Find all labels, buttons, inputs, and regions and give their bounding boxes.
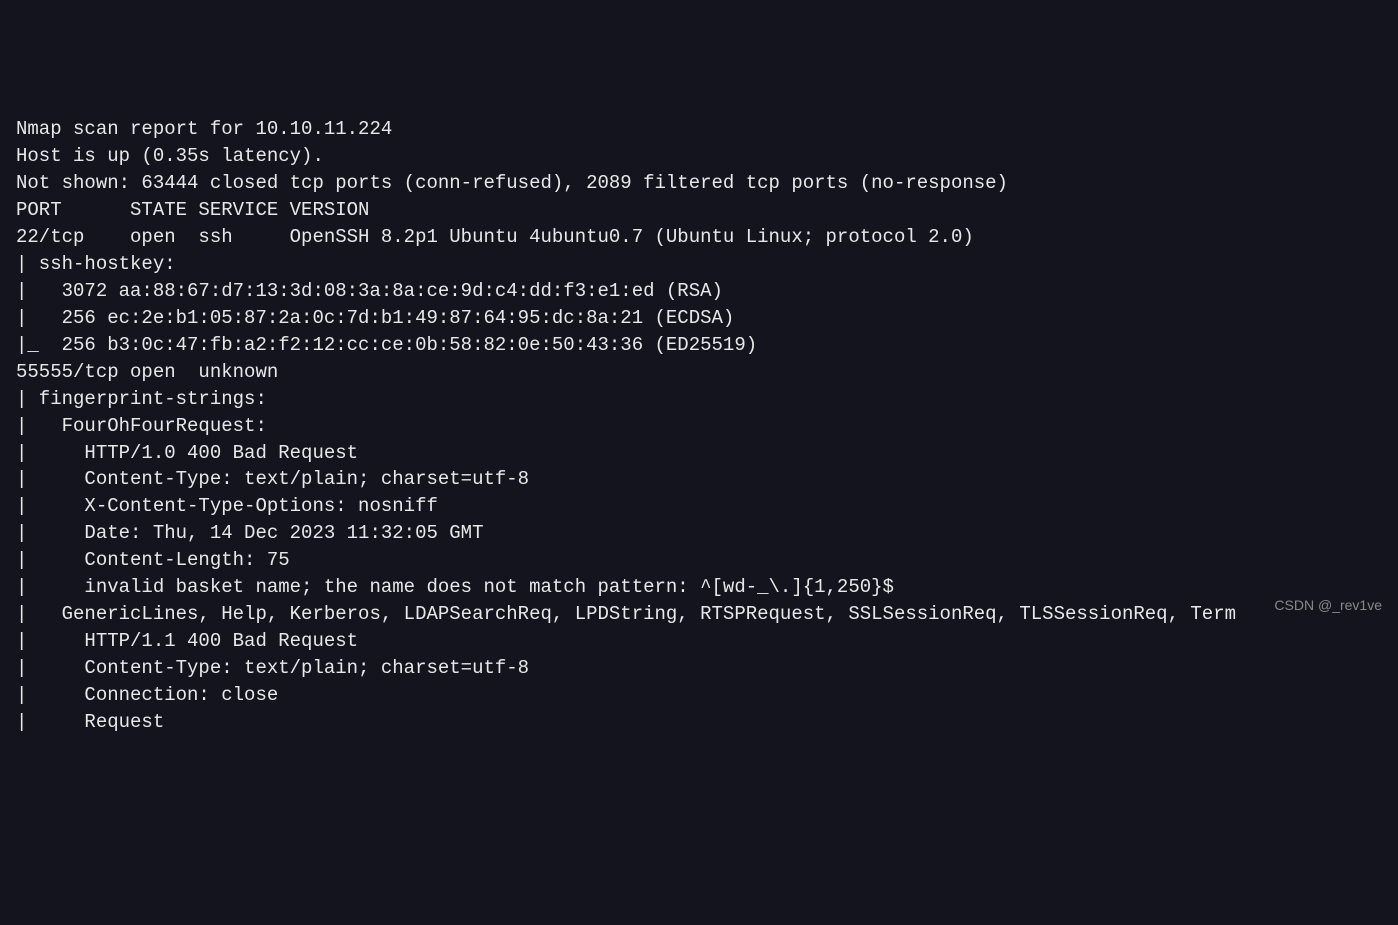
terminal-line: PORT STATE SERVICE VERSION xyxy=(16,199,369,221)
terminal-line: | 3072 aa:88:67:d7:13:3d:08:3a:8a:ce:9d:… xyxy=(16,280,723,302)
terminal-line: Nmap scan report for 10.10.11.224 xyxy=(16,118,392,140)
terminal-line: Not shown: 63444 closed tcp ports (conn-… xyxy=(16,172,1008,194)
terminal-line: | Content-Type: text/plain; charset=utf-… xyxy=(16,468,529,490)
terminal-line: | HTTP/1.0 400 Bad Request xyxy=(16,442,358,464)
terminal-line: | Date: Thu, 14 Dec 2023 11:32:05 GMT xyxy=(16,522,483,544)
terminal-line: | X-Content-Type-Options: nosniff xyxy=(16,495,438,517)
terminal-line: Host is up (0.35s latency). xyxy=(16,145,324,167)
terminal-line: | Connection: close xyxy=(16,684,278,706)
terminal-line: | invalid basket name; the name does not… xyxy=(16,576,894,598)
terminal-output[interactable]: Nmap scan report for 10.10.11.224 Host i… xyxy=(16,116,1382,736)
watermark: CSDN @_rev1ve xyxy=(1274,596,1382,616)
terminal-line: | 256 ec:2e:b1:05:87:2a:0c:7d:b1:49:87:6… xyxy=(16,307,734,329)
terminal-line: 55555/tcp open unknown xyxy=(16,361,278,383)
terminal-line: | GenericLines, Help, Kerberos, LDAPSear… xyxy=(16,603,1236,625)
terminal-line: | fingerprint-strings: xyxy=(16,388,278,410)
terminal-line: |_ 256 b3:0c:47:fb:a2:f2:12:cc:ce:0b:58:… xyxy=(16,334,757,356)
terminal-line: | Content-Type: text/plain; charset=utf-… xyxy=(16,657,529,679)
terminal-line: | FourOhFourRequest: xyxy=(16,415,278,437)
terminal-line: | Request xyxy=(16,711,164,733)
terminal-line: | Content-Length: 75 xyxy=(16,549,290,571)
terminal-line: | ssh-hostkey: xyxy=(16,253,187,275)
terminal-line: 22/tcp open ssh OpenSSH 8.2p1 Ubuntu 4ub… xyxy=(16,226,974,248)
terminal-line: | HTTP/1.1 400 Bad Request xyxy=(16,630,358,652)
